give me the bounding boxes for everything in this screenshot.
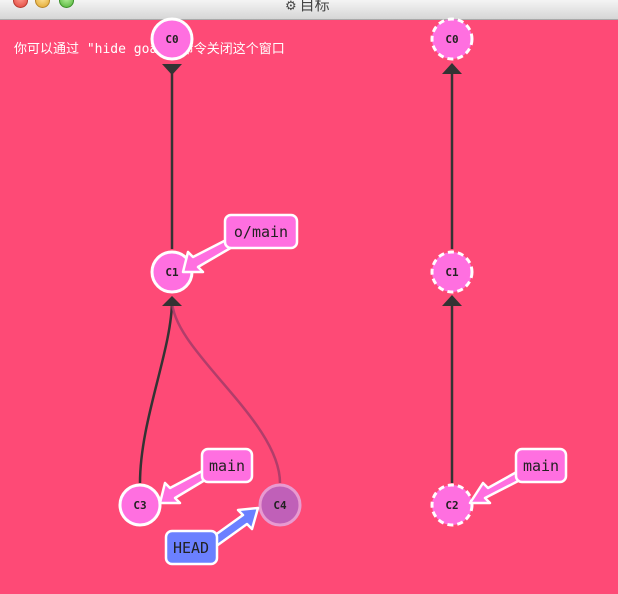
goal-edge-arrow-c0 [442,63,462,74]
svg-text:C2: C2 [445,499,458,512]
goal-edge-arrow-c1 [442,295,462,306]
edge-c3-c1 [138,299,174,484]
goal-commit-c2: C2 [430,483,474,527]
goal-branch-main: main [468,447,568,505]
svg-text:C1: C1 [445,266,459,279]
svg-text:main: main [209,457,245,475]
svg-text:C4: C4 [273,499,287,512]
commit-c4[interactable]: C4 [258,483,302,527]
svg-text:HEAD: HEAD [173,539,209,557]
branch-main[interactable]: main [158,447,254,505]
svg-text:main: main [523,457,559,475]
commit-tree: C0 C1 C3 C4 C0 C1 C2 o/main main HEAD ma… [118,17,568,566]
goal-commit-c0: C0 [430,17,474,61]
goal-commit-c1: C1 [430,250,474,294]
branch-o-main[interactable]: o/main [181,213,299,274]
edge-arrow-c0 [162,64,182,75]
svg-text:C3: C3 [133,499,146,512]
svg-text:o/main: o/main [234,223,288,241]
commit-c0[interactable]: C0 [150,17,194,61]
svg-text:C1: C1 [165,266,179,279]
edge-arrow-c1 [162,296,182,306]
head-ref[interactable]: HEAD [164,506,260,566]
svg-text:C0: C0 [165,33,178,46]
svg-text:C0: C0 [445,33,458,46]
commit-c3[interactable]: C3 [118,483,162,527]
